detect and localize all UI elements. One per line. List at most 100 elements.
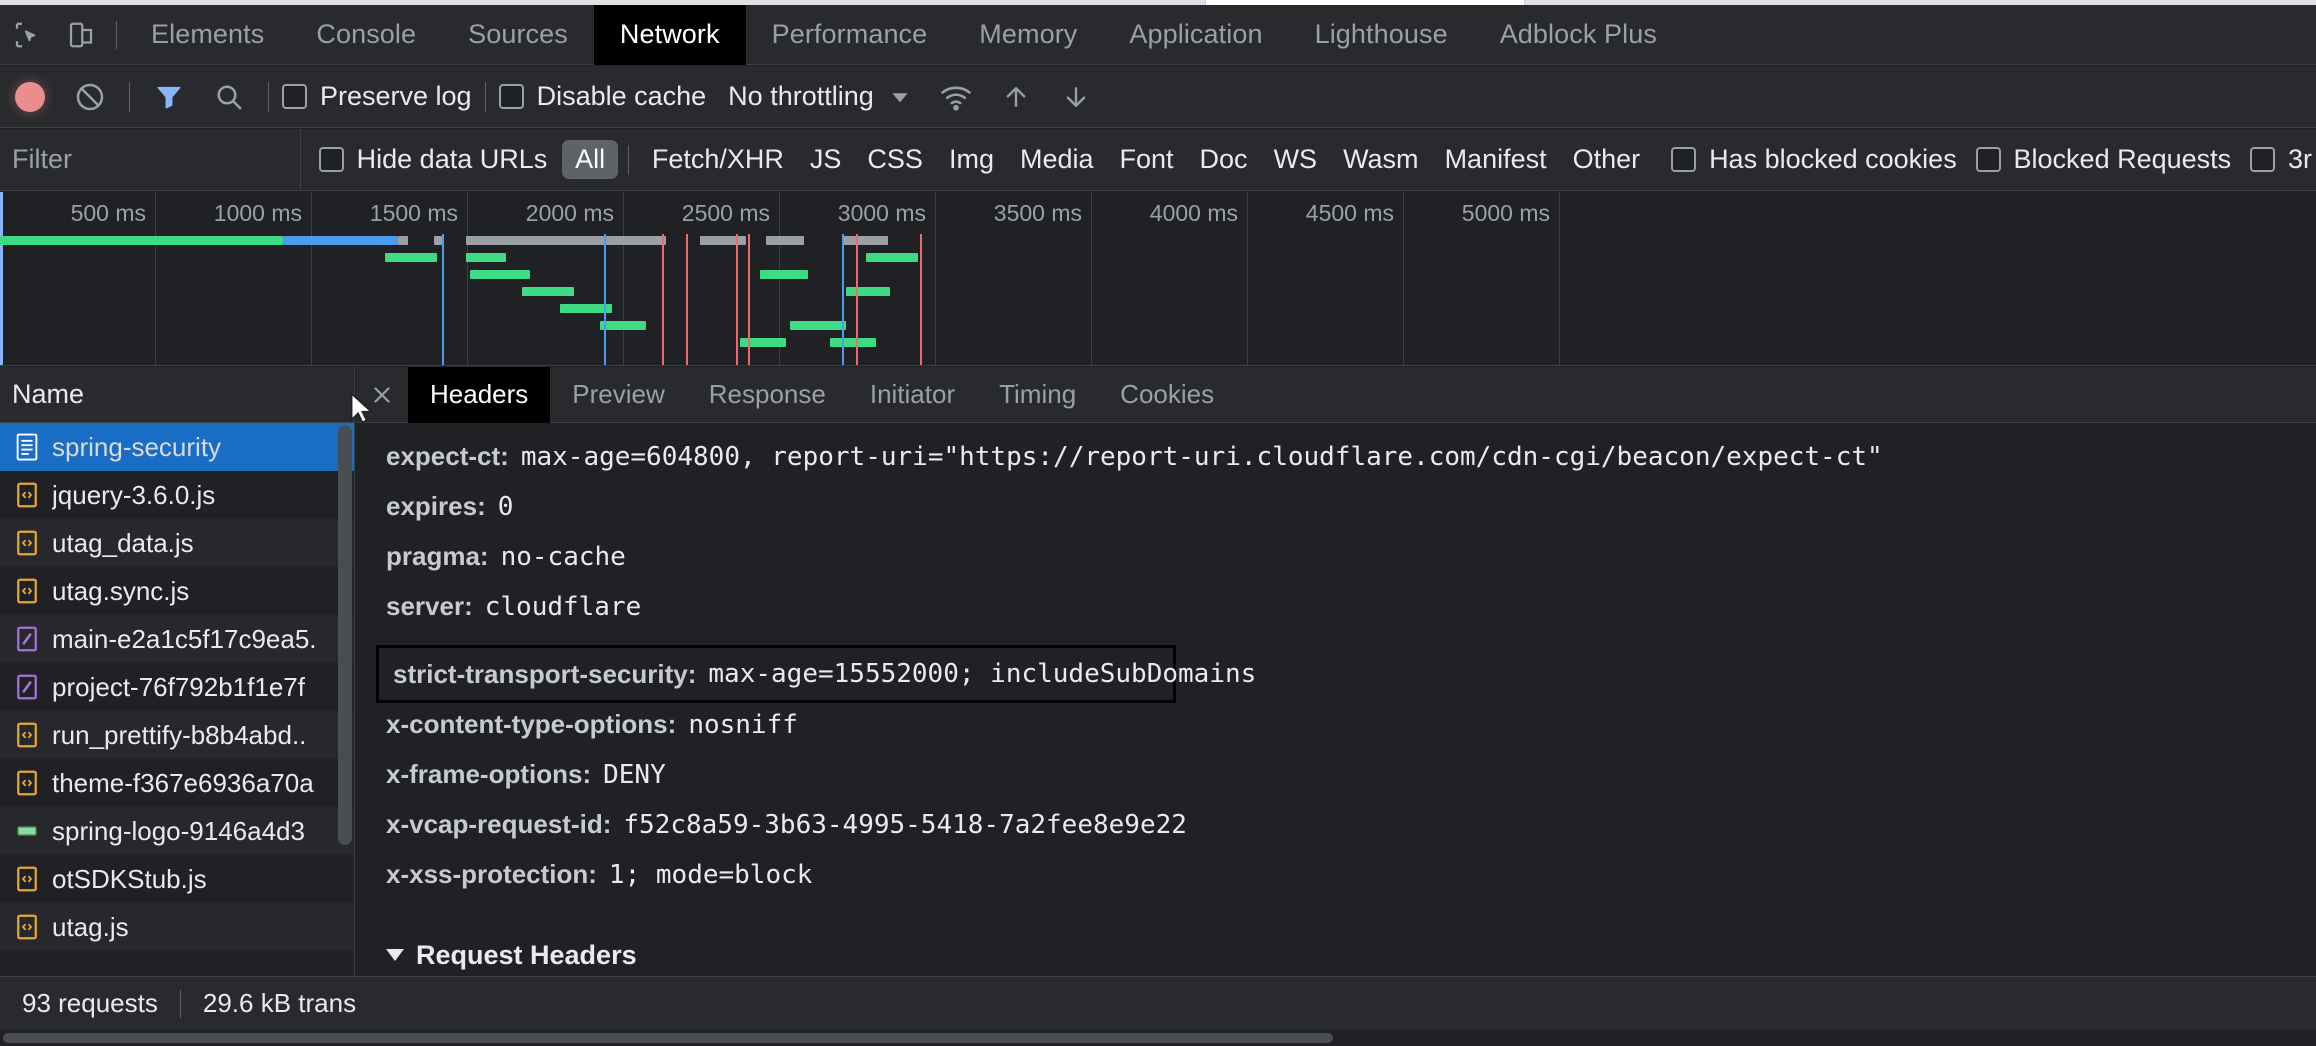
export-har-icon[interactable]: [1046, 66, 1106, 128]
header-row-x-vcap-request-id[interactable]: x-vcap-request-id: f52c8a59-3b63-4995-54…: [386, 809, 2316, 859]
request-row-utag-js[interactable]: utag.js: [0, 903, 354, 951]
type-chip-css[interactable]: CSS: [854, 140, 936, 179]
detail-tab-preview[interactable]: Preview: [550, 367, 686, 423]
tab-sources[interactable]: Sources: [442, 5, 594, 65]
header-value: no-cache: [500, 542, 626, 572]
headers-content: expect-ct: max-age=604800, report-uri="h…: [356, 423, 2316, 976]
overview-band: [522, 287, 574, 296]
blocked-requests-checkbox[interactable]: Blocked Requests: [1972, 144, 2236, 175]
overview-window-left-edge[interactable]: [0, 192, 3, 365]
request-row-jquery[interactable]: jquery-3.6.0.js: [0, 471, 354, 519]
header-row-x-frame-options[interactable]: x-frame-options: DENY: [386, 759, 2316, 809]
devtools-tabstrip: Elements Console Sources Network Perform…: [0, 4, 2316, 65]
disable-cache-checkbox[interactable]: Disable cache: [495, 81, 711, 112]
filter-icon[interactable]: [139, 66, 199, 128]
network-filter-bar: Hide data URLs All Fetch/XHR JS CSS Img …: [0, 128, 2316, 191]
filter-divider: [628, 144, 629, 175]
third-party-requests-checkbox[interactable]: 3r: [2246, 144, 2316, 175]
timeline-tick: 2000 ms: [526, 192, 624, 365]
type-chip-all[interactable]: All: [562, 140, 619, 179]
tab-performance[interactable]: Performance: [746, 5, 954, 65]
chevron-down-icon[interactable]: [874, 66, 926, 128]
overview-event-line: [736, 234, 738, 365]
type-chip-doc[interactable]: Doc: [1187, 140, 1261, 179]
scrollbar-thumb[interactable]: [338, 425, 352, 845]
page-horizontal-scrollbar[interactable]: [0, 1030, 2316, 1046]
scrollbar-thumb[interactable]: [3, 1033, 1333, 1043]
preserve-log-checkbox[interactable]: Preserve log: [278, 81, 476, 112]
script-icon: [14, 576, 40, 606]
filter-input[interactable]: [12, 144, 300, 175]
tab-application[interactable]: Application: [1103, 5, 1288, 65]
record-button-icon[interactable]: [0, 66, 60, 128]
type-chip-media[interactable]: Media: [1007, 140, 1107, 179]
type-chip-ws[interactable]: WS: [1261, 140, 1331, 179]
has-blocked-cookies-checkbox[interactable]: Has blocked cookies: [1667, 144, 1961, 175]
header-row-x-xss-protection[interactable]: x-xss-protection: 1; mode=block: [386, 859, 2316, 909]
request-name: spring-security: [52, 431, 222, 462]
request-headers-section-title[interactable]: Request Headers: [386, 931, 2316, 976]
header-row-pragma[interactable]: pragma: no-cache: [386, 541, 2316, 591]
tab-lighthouse[interactable]: Lighthouse: [1289, 5, 1474, 65]
timeline-tick: 3000 ms: [838, 192, 936, 365]
timeline-tick: 1000 ms: [214, 192, 312, 365]
type-chip-fetch-xhr[interactable]: Fetch/XHR: [639, 140, 797, 179]
tab-network[interactable]: Network: [593, 4, 746, 65]
overview-band: [766, 236, 804, 245]
request-row-utag-data[interactable]: utag_data.js: [0, 519, 354, 567]
header-row-strict-transport-security[interactable]: strict-transport-security: max-age=15552…: [376, 645, 1256, 703]
type-chip-wasm[interactable]: Wasm: [1330, 140, 1432, 179]
request-row-main-css[interactable]: main-e2a1c5f17c9ea5.: [0, 615, 354, 663]
header-row-server[interactable]: server: cloudflare: [386, 591, 2316, 641]
third-party-requests-label: 3r: [2287, 144, 2312, 174]
tab-elements[interactable]: Elements: [125, 5, 290, 65]
header-value: DENY: [603, 760, 666, 790]
overview-event-line: [442, 234, 444, 365]
detail-tab-headers[interactable]: Headers: [408, 367, 551, 423]
request-row-utag-sync[interactable]: utag.sync.js: [0, 567, 354, 615]
type-chip-other[interactable]: Other: [1560, 140, 1654, 179]
tab-adblock-plus[interactable]: Adblock Plus: [1474, 5, 1683, 65]
overview-event-line: [748, 234, 750, 365]
header-name: x-content-type-options:: [386, 709, 677, 739]
request-row-theme[interactable]: theme-f367e6936a70a: [0, 759, 354, 807]
request-row-project-css[interactable]: project-76f792b1f1e7f: [0, 663, 354, 711]
network-overview-timeline[interactable]: 500 ms 1000 ms 1500 ms 2000 ms 2500 ms 3…: [0, 192, 2316, 366]
type-chip-font[interactable]: Font: [1107, 140, 1187, 179]
throttling-select[interactable]: No throttling: [728, 81, 874, 112]
request-row-otsdkstub[interactable]: otSDKStub.js: [0, 855, 354, 903]
type-chip-manifest[interactable]: Manifest: [1432, 140, 1560, 179]
detail-tab-timing[interactable]: Timing: [977, 367, 1098, 423]
detail-tab-cookies[interactable]: Cookies: [1098, 367, 1236, 423]
header-row-x-content-type-options[interactable]: x-content-type-options: nosniff: [386, 709, 2316, 759]
detail-tab-response[interactable]: Response: [687, 367, 848, 423]
type-chip-img[interactable]: Img: [936, 140, 1007, 179]
request-row-spring-security[interactable]: spring-security: [0, 423, 354, 471]
timeline-tick-label: 1000 ms: [213, 200, 302, 226]
tab-console[interactable]: Console: [290, 5, 442, 65]
timeline-tick: 500 ms: [71, 192, 156, 365]
script-icon: [14, 912, 40, 942]
inspect-element-icon[interactable]: [0, 5, 54, 65]
request-row-run-prettify[interactable]: run_prettify-b8b4abd..: [0, 711, 354, 759]
network-conditions-icon[interactable]: [926, 66, 986, 128]
tab-memory[interactable]: Memory: [953, 5, 1103, 65]
checkbox-box: [1671, 147, 1697, 172]
detail-tab-initiator[interactable]: Initiator: [848, 367, 977, 423]
device-toolbar-icon[interactable]: [54, 5, 108, 65]
header-name: x-xss-protection:: [386, 859, 597, 889]
timeline-tick-label: 4500 ms: [1305, 200, 1394, 226]
header-row-expires[interactable]: expires: 0: [386, 491, 2316, 541]
overview-band: [466, 236, 666, 245]
request-list-scrollbar[interactable]: [338, 425, 352, 875]
disable-cache-label: Disable cache: [536, 81, 707, 111]
timeline-tick: 4500 ms: [1306, 192, 1404, 365]
checkbox-box: [282, 84, 307, 109]
search-icon[interactable]: [199, 66, 259, 128]
type-chip-js[interactable]: JS: [797, 140, 855, 179]
import-har-icon[interactable]: [986, 66, 1046, 128]
hide-data-urls-checkbox[interactable]: Hide data URLs: [315, 144, 552, 175]
header-row-expect-ct[interactable]: expect-ct: max-age=604800, report-uri="h…: [386, 441, 2316, 491]
clear-icon[interactable]: [60, 66, 120, 128]
request-row-spring-logo[interactable]: spring-logo-9146a4d3: [0, 807, 354, 855]
